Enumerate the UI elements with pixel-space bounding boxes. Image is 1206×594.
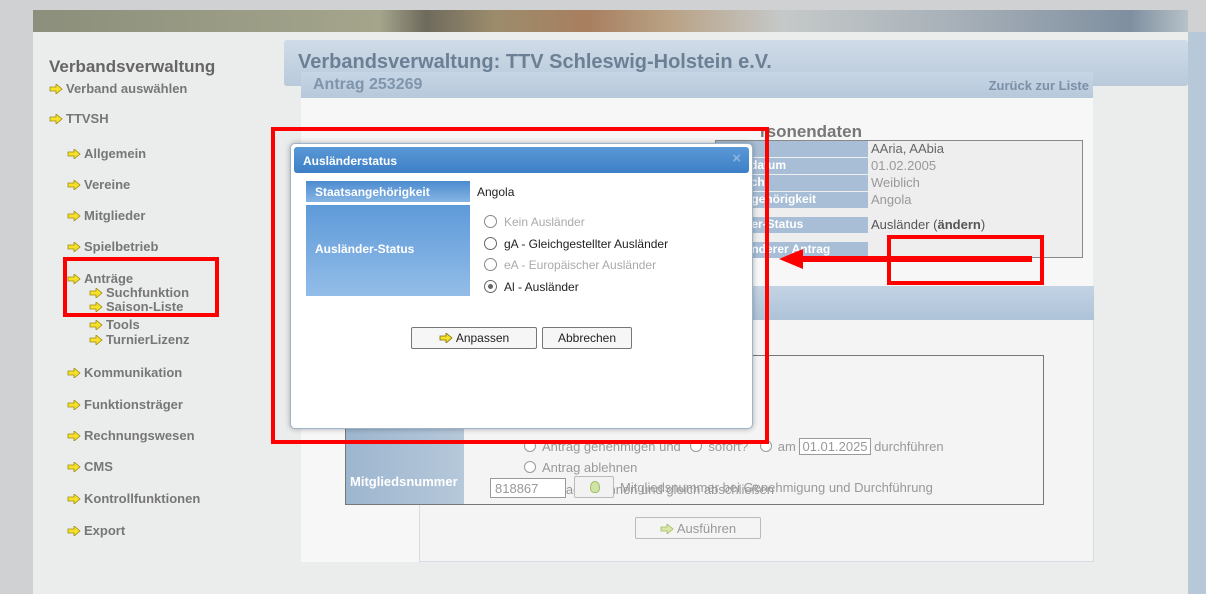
sidebar-item-rechnungswesen[interactable]: Rechnungswesen	[67, 428, 195, 443]
annotation-box-dialog	[271, 127, 769, 444]
antrag-title: Antrag 253269	[313, 76, 423, 93]
arrow-right-icon	[89, 320, 103, 330]
sidebar-item-kontrollfunktionen[interactable]: Kontrollfunktionen	[67, 491, 200, 506]
sidebar-item-label: Export	[84, 523, 126, 538]
sidebar-item-mitglieder[interactable]: Mitglieder	[67, 208, 145, 223]
personendaten-title: rsonendaten	[760, 122, 863, 141]
mitgliedsnummer-hint: Mitgliedsnummer bei Genehmigung und Durc…	[620, 480, 933, 495]
page-title: Verbandsverwaltung: TTV Schleswig-Holste…	[298, 51, 772, 73]
arrow-right-icon	[67, 368, 81, 378]
sidebar-item-spielbetrieb[interactable]: Spielbetrieb	[67, 239, 158, 254]
option-label: Antrag ablehnen	[542, 460, 638, 475]
arrow-right-icon	[67, 400, 81, 410]
sidebar-item-label: Vereine	[84, 177, 131, 192]
annotation-arrow-line	[800, 256, 1032, 262]
sidebar-subitem-label: TurnierLizenz	[106, 332, 190, 347]
button-label: Ausführen	[676, 521, 737, 536]
annotation-arrow-head-icon	[779, 249, 803, 269]
sidebar-subitem-tools[interactable]: Tools	[89, 317, 140, 332]
sidebar-item-kommunikation[interactable]: Kommunikation	[67, 365, 182, 380]
sidebar-title: Verbandsverwaltung	[49, 57, 216, 76]
arrow-right-icon	[49, 114, 63, 124]
sidebar-item-label: Allgemein	[84, 146, 147, 161]
sidebar-item-vereine[interactable]: Vereine	[67, 177, 130, 192]
row-value: Weiblich	[871, 175, 920, 190]
arrow-right-icon	[67, 149, 81, 159]
sidebar-item-label: Mitglieder	[84, 208, 146, 223]
sidebar-item-funktionstraeger[interactable]: Funktionsträger	[67, 397, 183, 412]
sidebar-item-label: Spielbetrieb	[84, 239, 159, 254]
table-row: burtsdatum 01.02.2005	[716, 158, 1082, 175]
option-label: durchführen	[874, 439, 944, 454]
arrow-right-icon	[67, 242, 81, 252]
row-value: 01.02.2005	[871, 158, 937, 173]
sidebar-subitem-turnierlizenz[interactable]: TurnierLizenz	[89, 332, 190, 347]
radio-ablehnen[interactable]	[524, 461, 536, 473]
sidebar-item-label: CMS	[84, 459, 113, 474]
sidebar-item-export[interactable]: Export	[67, 523, 125, 538]
arrow-right-icon	[67, 180, 81, 190]
execute-button[interactable]: Ausführen	[635, 517, 761, 539]
sidebar-item-label: Kontrollfunktionen	[84, 491, 201, 506]
arrow-right-icon	[67, 494, 81, 504]
row-value: Angola	[871, 192, 912, 207]
sidebar-item-allgemein[interactable]: Allgemein	[67, 146, 146, 161]
arrow-right-icon	[49, 84, 63, 94]
sidebar-item-label: Verband auswählen	[66, 81, 188, 96]
mitgliedsnummer-label: Mitgliedsnummer	[350, 474, 458, 489]
table-row: rson AAria, AAbia	[716, 141, 1082, 158]
sidebar-subitem-label: Tools	[106, 317, 140, 332]
status-text-close: )	[980, 217, 986, 232]
right-edge-panel	[1188, 32, 1206, 594]
sidebar-item-cms[interactable]: CMS	[67, 459, 113, 474]
header-banner-image	[33, 10, 1188, 32]
status-text: Ausländer (	[871, 217, 938, 232]
aendern-link[interactable]: ändern	[937, 217, 980, 232]
mitgliedsnummer-input[interactable]: 818867	[490, 478, 566, 498]
sidebar-item-label: Funktionsträger	[84, 397, 183, 412]
sidebar-item-ttvsh[interactable]: TTVSH	[49, 111, 109, 126]
row-value: AAria, AAbia	[871, 141, 944, 156]
table-row: schlecht Weiblich	[716, 175, 1082, 192]
arrow-right-icon	[89, 335, 103, 345]
arrow-right-icon	[67, 526, 81, 536]
arrow-right-icon	[67, 211, 81, 221]
arrow-right-icon	[660, 524, 674, 534]
sidebar-item-label: Kommunikation	[84, 365, 183, 380]
sidebar-item-label: TTVSH	[66, 111, 109, 126]
back-to-list-link[interactable]: Zurück zur Liste	[989, 78, 1089, 93]
arrow-right-icon	[67, 431, 81, 441]
lightbulb-icon	[590, 481, 600, 493]
antrag-header: Antrag 253269 Zurück zur Liste	[301, 72, 1093, 98]
sidebar-item-label: Rechnungswesen	[84, 428, 195, 443]
option-ablehnen[interactable]: Antrag ablehnen	[524, 460, 637, 475]
sidebar-item-verband-auswaehlen[interactable]: Verband auswählen	[49, 81, 187, 96]
option-label: am	[777, 439, 796, 454]
annotation-box-antraege	[63, 257, 219, 317]
lightbulb-button[interactable]	[574, 476, 614, 498]
date-input[interactable]: 01.01.2025	[799, 438, 871, 455]
arrow-right-icon	[67, 462, 81, 472]
auslaender-status-value: Ausländer (ändern)	[871, 217, 985, 232]
table-row: atsangehörigkeit Angola	[716, 192, 1082, 209]
